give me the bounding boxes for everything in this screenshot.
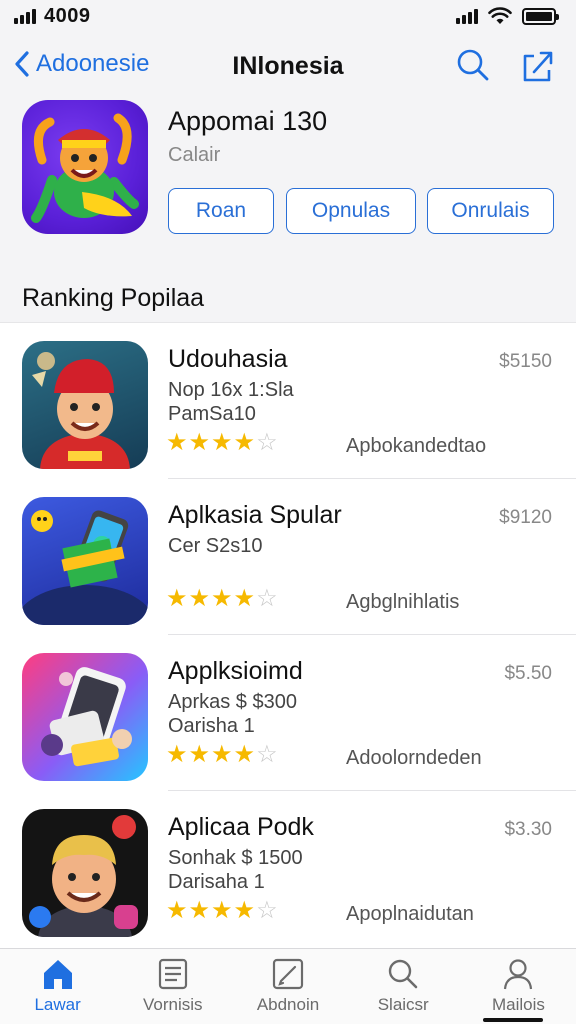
chevron-left-icon	[15, 51, 29, 77]
list-item[interactable]: Aplkasia Spular $9120 Cer S2s10 ★ ★ ★ ★ ☆ Ag…	[0, 479, 576, 635]
section-title: Ranking Popilaa	[22, 284, 205, 312]
back-label: Adoonesie	[36, 50, 150, 77]
star-rating: ★ ★ ★ ★ ☆	[166, 899, 278, 923]
share-icon[interactable]	[520, 48, 556, 84]
app-meta: Sonhak $ 1500	[168, 847, 303, 869]
star-filled-icon: ★	[211, 741, 233, 768]
star-filled-icon: ★	[188, 897, 211, 924]
star-filled-icon: ★	[233, 741, 256, 768]
star-filled-icon: ★	[233, 585, 256, 612]
app-meta: Darisaha 1	[168, 871, 265, 893]
star-filled-icon: ★	[166, 585, 188, 612]
star-rating: ★ ★ ★ ★ ☆	[166, 587, 278, 611]
app-meta: Nop 16x 1:Sla	[168, 379, 294, 401]
app-icon	[22, 653, 148, 781]
app-name: Udouhasia	[168, 345, 288, 373]
search-icon	[389, 959, 418, 989]
star-empty-icon: ☆	[256, 429, 278, 456]
app-meta: Oarisha 1	[168, 715, 255, 737]
star-filled-icon: ★	[166, 429, 188, 456]
tab-list[interactable]: Vornisis	[115, 949, 230, 1024]
wifi-icon	[488, 7, 512, 24]
list-item[interactable]: Udouhasia $5150 Nop 16x 1:Sla PamSa10 ★ ★…	[0, 323, 576, 479]
profile-icon	[504, 959, 533, 990]
star-filled-icon: ★	[233, 897, 256, 924]
app-tag: Apoplnaidutan	[346, 903, 474, 925]
tab-home[interactable]: Lawar	[0, 949, 115, 1024]
tab-label: Lawar	[34, 995, 81, 1014]
featured-app-subtitle: Calair	[168, 144, 221, 166]
back-button[interactable]: Adoonesie	[14, 50, 149, 78]
star-filled-icon: ★	[188, 585, 211, 612]
app-icon	[22, 497, 148, 625]
list-icon	[158, 958, 187, 990]
star-rating: ★ ★ ★ ★ ☆	[166, 743, 278, 767]
tab-compose[interactable]: Abdnoin	[230, 949, 345, 1024]
cellular-signal-icon	[456, 8, 478, 24]
star-filled-icon: ★	[188, 429, 211, 456]
tab-label: Abdnoin	[256, 995, 320, 1014]
ranking-list: Udouhasia $5150 Nop 16x 1:Sla PamSa10 ★ ★…	[0, 322, 576, 948]
home-icon	[43, 960, 72, 989]
app-price: $3.30	[504, 819, 552, 840]
status-time: 4009	[44, 4, 91, 27]
featured-app-icon[interactable]	[22, 100, 148, 234]
category-chip[interactable]: Opnulas	[286, 188, 416, 234]
app-price: $5.50	[504, 663, 552, 684]
category-chip[interactable]: Roan	[168, 188, 274, 234]
app-tag: Agbglnihlatis	[346, 591, 460, 613]
featured-app: Appomai 130 Calair Roan Opnulas Onrulais	[0, 96, 576, 246]
tab-label: Mailois	[491, 995, 545, 1014]
star-filled-icon: ★	[211, 429, 233, 456]
star-filled-icon: ★	[211, 897, 233, 924]
status-left: 4009	[14, 5, 91, 28]
app-meta: PamSa10	[168, 403, 256, 425]
app-name: Aplkasia Spular	[168, 501, 342, 529]
search-icon[interactable]	[456, 48, 490, 82]
app-icon	[22, 341, 148, 469]
status-right	[456, 7, 559, 25]
tab-profile[interactable]: Mailois	[461, 949, 576, 1024]
list-item[interactable]: Aplicaa Podk $3.30 Sonhak $ 1500 Darisah…	[0, 791, 576, 947]
tab-search[interactable]: Slaicsr	[346, 949, 461, 1024]
star-empty-icon: ☆	[256, 585, 278, 612]
tab-label: Vornisis	[143, 995, 203, 1014]
app-meta: Aprkas $ $300	[168, 691, 297, 713]
app-tag: Apbokandedtao	[346, 435, 487, 457]
star-empty-icon: ☆	[256, 897, 278, 924]
app-name: Aplicaa Podk	[168, 813, 314, 841]
cellular-signal-icon	[14, 8, 36, 24]
navigation-bar: Adoonesie INlonesia	[0, 40, 576, 92]
star-filled-icon: ★	[166, 741, 188, 768]
app-price: $5150	[499, 351, 552, 372]
star-filled-icon: ★	[233, 429, 256, 456]
tab-bar: Lawar Vornisis Abdnoin Slaicsr Mailois	[0, 948, 576, 1024]
app-icon	[22, 809, 148, 937]
tab-label: Slaicsr	[377, 995, 429, 1014]
list-item[interactable]: Applksioimd $5.50 Aprkas $ $300 Oarisha …	[0, 635, 576, 791]
star-rating: ★ ★ ★ ★ ☆	[166, 431, 278, 455]
category-chip[interactable]: Onrulais	[427, 188, 554, 234]
battery-icon	[522, 7, 559, 25]
star-filled-icon: ★	[188, 741, 211, 768]
app-meta: Cer S2s10	[168, 535, 263, 557]
compose-icon	[272, 958, 304, 990]
app-name: Applksioimd	[168, 657, 303, 685]
app-price: $9120	[499, 507, 552, 528]
home-indicator	[483, 1018, 543, 1022]
star-filled-icon: ★	[211, 585, 233, 612]
featured-app-title: Appomai 130	[168, 106, 328, 136]
star-filled-icon: ★	[166, 897, 188, 924]
star-empty-icon: ☆	[256, 741, 278, 768]
app-tag: Adoolorndeden	[346, 747, 482, 769]
status-bar: 4009	[0, 0, 576, 32]
